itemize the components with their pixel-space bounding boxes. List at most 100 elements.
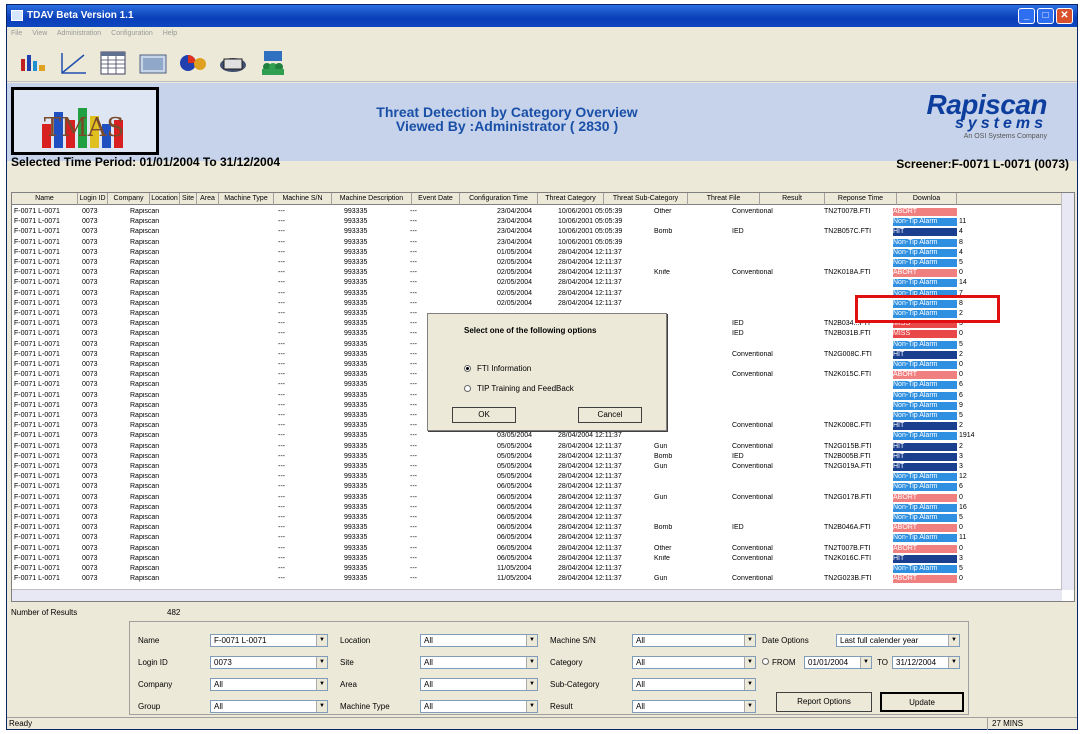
table-row[interactable]: F-0071 L-0071 0073 Rapiscan --- 993335 --- 03/… (12, 432, 1062, 441)
cancel-button[interactable]: Cancel (578, 407, 642, 423)
table-row[interactable]: F-0071 L-0071 0073 Rapiscan --- 993335 --- 01/… (12, 248, 1062, 257)
table-row[interactable]: F-0071 L-0071 0073 Rapiscan --- 993335 --- 23/… (12, 218, 1062, 227)
screen-image-icon[interactable] (135, 48, 169, 76)
column-header[interactable]: Name (12, 193, 78, 205)
users-group-icon[interactable] (255, 48, 289, 76)
title-bar: TDAV Beta Version 1.1 _ □ ✕ (7, 5, 1077, 27)
area-select[interactable]: All ▼ (420, 678, 538, 691)
menu-file[interactable]: File (11, 30, 22, 37)
table-cell: 993335 (344, 330, 368, 338)
column-header[interactable]: Site (180, 193, 197, 205)
table-row[interactable]: F-0071 L-0071 0073 Rapiscan --- 993335 --- 02/… (12, 279, 1062, 288)
table-row[interactable]: F-0071 L-0071 0073 Rapiscan --- 993335 --- 23/… (12, 228, 1062, 237)
to-date-select[interactable]: 31/12/2004 ▼ (892, 656, 960, 669)
pie-chart-icon[interactable] (175, 48, 209, 76)
ok-button[interactable]: OK (452, 407, 516, 423)
table-row[interactable]: F-0071 L-0071 0073 Rapiscan --- 993335 --- 23/… (12, 238, 1062, 247)
column-header[interactable]: Threat File (688, 193, 760, 205)
column-header[interactable]: Configuration Time (460, 193, 538, 205)
tip-training-option[interactable]: TIP Training and FeedBack (464, 384, 574, 393)
company-select[interactable]: All ▼ (210, 678, 328, 691)
table-report-icon[interactable] (95, 48, 129, 76)
close-button[interactable]: ✕ (1056, 8, 1073, 24)
table-row[interactable]: F-0071 L-0071 0073 Rapiscan --- 993335 --- 06/… (12, 524, 1062, 533)
scanner-icon[interactable] (215, 48, 249, 76)
site-select[interactable]: All ▼ (420, 656, 538, 669)
table-row[interactable]: F-0071 L-0071 0073 Rapiscan --- 993335 --- 05/… (12, 442, 1062, 451)
date-options-select[interactable]: Last full calender year ▼ (836, 634, 960, 647)
group-select[interactable]: All ▼ (210, 700, 328, 713)
column-header[interactable]: Result (760, 193, 825, 205)
column-header[interactable]: Machine S/N (274, 193, 332, 205)
table-row[interactable]: F-0071 L-0071 0073 Rapiscan --- 993335 --- 06/… (12, 503, 1062, 512)
table-cell: F-0071 L-0071 (14, 218, 60, 226)
sub-category-select[interactable]: All ▼ (632, 678, 756, 691)
horizontal-scrollbar[interactable] (12, 589, 1062, 601)
line-chart-icon[interactable] (55, 48, 89, 76)
column-header[interactable]: Threat Sub-Category (604, 193, 688, 205)
table-cell: Rapiscan (130, 432, 160, 440)
table-row[interactable]: F-0071 L-0071 0073 Rapiscan --- 993335 --- 06/… (12, 534, 1062, 543)
highlight-box (855, 295, 1000, 323)
minimize-button[interactable]: _ (1018, 8, 1035, 24)
result-select[interactable]: All ▼ (632, 700, 756, 713)
menu-configuration[interactable]: Configuration (111, 30, 153, 37)
column-header[interactable]: Machine Type (219, 193, 274, 205)
column-header[interactable]: Downloa (897, 193, 957, 205)
table-cell: F-0071 L-0071 (14, 259, 60, 266)
table-row[interactable]: F-0071 L-0071 0073 Rapiscan --- 993335 --- 11/… (12, 565, 1062, 573)
column-header[interactable]: Company (108, 193, 150, 205)
table-row[interactable]: F-0071 L-0071 0073 Rapiscan --- 993335 --- 02/… (12, 269, 1062, 278)
fti-information-option[interactable]: FTI Information (464, 364, 531, 373)
table-row[interactable]: F-0071 L-0071 0073 Rapiscan --- 993335 --- 02/… (12, 259, 1062, 267)
location-select[interactable]: All ▼ (420, 634, 538, 647)
column-header[interactable]: Area (197, 193, 219, 205)
bar-chart-icon[interactable] (15, 48, 49, 76)
sub-category-label: Sub-Category (550, 680, 600, 689)
table-row[interactable]: F-0071 L-0071 0073 Rapiscan --- 993335 --- 05/… (12, 473, 1062, 482)
vertical-scrollbar[interactable] (1061, 193, 1074, 590)
table-row[interactable]: F-0071 L-0071 0073 Rapiscan --- 993335 --- 11/… (12, 575, 1062, 584)
column-header[interactable]: Threat Category (538, 193, 604, 205)
menu-help[interactable]: Help (163, 30, 177, 37)
table-cell: --- (410, 228, 417, 236)
table-row[interactable]: F-0071 L-0071 0073 Rapiscan --- 993335 --- 05/… (12, 452, 1062, 461)
from-radio[interactable]: FROM (762, 658, 796, 667)
table-cell: 28/04/2004 12:11:37 (558, 473, 622, 481)
table-cell: F-0071 L-0071 (14, 544, 60, 552)
menu-view[interactable]: View (32, 30, 47, 37)
report-options-button[interactable]: Report Options (776, 692, 872, 712)
table-row[interactable]: F-0071 L-0071 0073 Rapiscan --- 993335 --- 06/… (12, 554, 1062, 563)
maximize-button[interactable]: □ (1037, 8, 1054, 24)
table-cell: Rapiscan (130, 544, 160, 552)
result-badge: Non-Tip Alarm (893, 259, 957, 267)
table-cell: 11/05/2004 (497, 575, 532, 583)
table-cell (732, 392, 802, 400)
from-date-select[interactable]: 01/01/2004 ▼ (804, 656, 872, 669)
table-row[interactable]: F-0071 L-0071 0073 Rapiscan --- 993335 --- 06/… (12, 493, 1062, 502)
table-cell: Conventional (732, 493, 773, 501)
menu-administration[interactable]: Administration (57, 30, 101, 37)
table-row[interactable]: F-0071 L-0071 0073 Rapiscan --- 993335 --- 05/… (12, 463, 1062, 471)
table-cell: --- (410, 544, 417, 552)
column-header[interactable]: Machine Description (332, 193, 412, 205)
table-row[interactable]: F-0071 L-0071 0073 Rapiscan --- 993335 --- 23/… (12, 208, 1062, 216)
column-header[interactable]: Login ID (78, 193, 108, 205)
login-select[interactable]: 0073 ▼ (210, 656, 328, 669)
column-header[interactable]: Location (150, 193, 180, 205)
machine-sn-select[interactable]: All ▼ (632, 634, 756, 647)
table-cell: 993335 (344, 412, 368, 419)
machine-type-select[interactable]: All ▼ (420, 700, 538, 713)
column-header[interactable]: Reponse Time (825, 193, 897, 205)
table-cell: Rapiscan (130, 554, 160, 562)
column-header[interactable]: Event Date (412, 193, 460, 205)
table-row[interactable]: F-0071 L-0071 0073 Rapiscan --- 993335 --- 06/… (12, 514, 1062, 522)
update-button[interactable]: Update (880, 692, 964, 712)
category-select[interactable]: All ▼ (632, 656, 756, 669)
session-time: 27 MINS (987, 718, 1047, 730)
table-cell: --- (410, 565, 417, 572)
table-cell (654, 504, 714, 512)
table-row[interactable]: F-0071 L-0071 0073 Rapiscan --- 993335 --- 06/… (12, 544, 1062, 553)
table-row[interactable]: F-0071 L-0071 0073 Rapiscan --- 993335 --- 06/… (12, 483, 1062, 492)
name-select[interactable]: F-0071 L-0071 ▼ (210, 634, 328, 647)
